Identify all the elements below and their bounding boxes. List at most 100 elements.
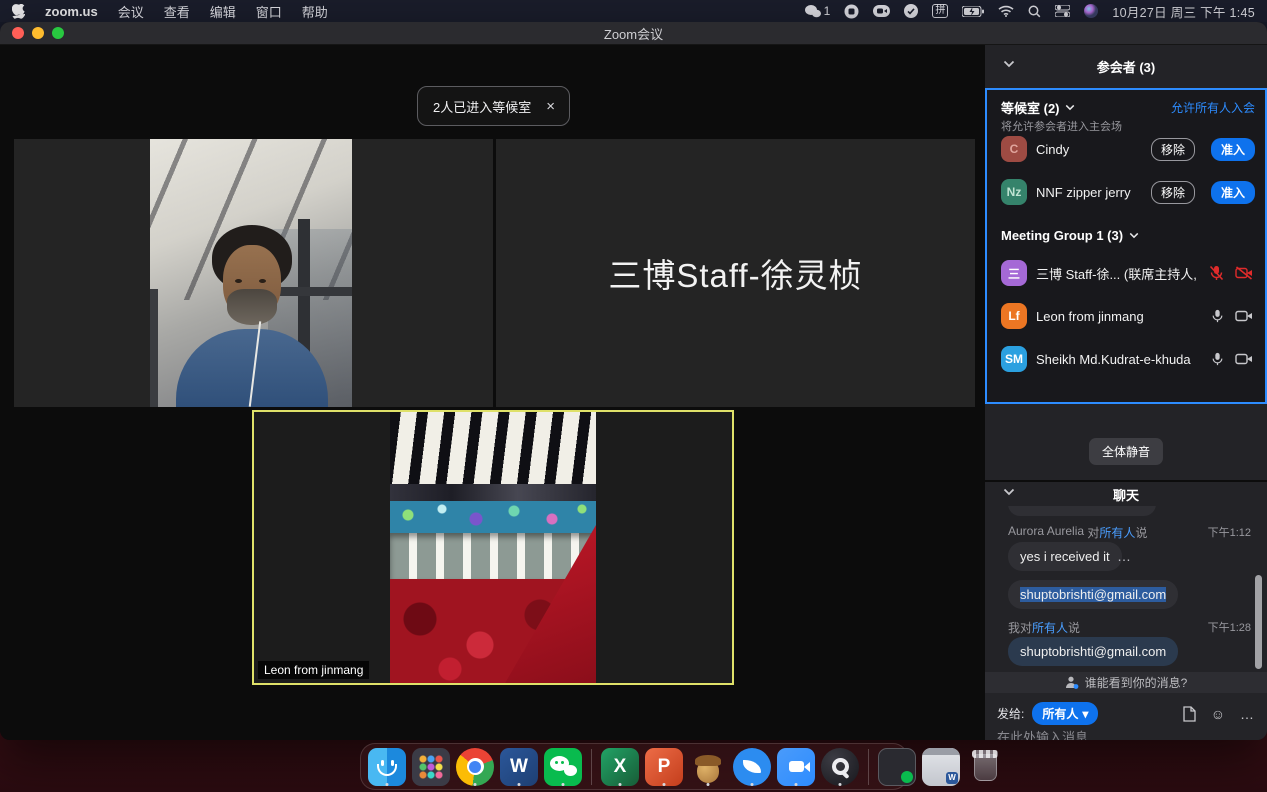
chevron-down-icon (1129, 232, 1139, 239)
pinyin-ime-icon[interactable]: 拼 (932, 4, 948, 18)
chat-message-meta: 我对所有人说 下午1:28 (1008, 619, 1251, 636)
admit-button[interactable]: 准入 (1211, 138, 1255, 161)
menu-meeting[interactable]: 会议 (118, 2, 144, 21)
message-more-icon[interactable]: … (1117, 548, 1132, 564)
menu-help[interactable]: 帮助 (302, 2, 328, 21)
battery-charging-icon[interactable] (962, 6, 984, 17)
macos-menu-bar: zoom.us 会议 查看 编辑 窗口 帮助 1 拼 (0, 0, 1267, 22)
excel-icon[interactable]: X (601, 748, 639, 786)
video-tile-active-speaker[interactable]: Leon from jinmang (252, 410, 734, 685)
menubar-app-name[interactable]: zoom.us (45, 4, 98, 19)
remove-button[interactable]: 移除 (1151, 138, 1195, 161)
self-camera-feed (150, 139, 352, 407)
participant-name: Sheikh Md.Kudrat-e-khuda (1036, 352, 1202, 367)
toast-text: 2人已进入等候室 (433, 97, 531, 116)
window-title-bar[interactable]: Zoom会议 (0, 22, 1267, 45)
toast-close-icon[interactable]: × (546, 98, 555, 115)
mic-muted-icon (1209, 265, 1224, 281)
minimized-window-word[interactable]: W (922, 748, 960, 786)
remove-button[interactable]: 移除 (1151, 181, 1195, 204)
emoji-icon[interactable]: ☺ (1211, 706, 1225, 722)
person-privacy-icon (1065, 676, 1079, 689)
dingtalk-icon[interactable] (733, 748, 771, 786)
privacy-note-text: 谁能看到你的消息? (1085, 674, 1188, 691)
admit-all-link[interactable]: 允许所有人入会 (1171, 99, 1255, 116)
mic-icon (1211, 308, 1224, 324)
privacy-note-bar[interactable]: 谁能看到你的消息? (985, 672, 1267, 693)
powerpoint-icon[interactable]: P (645, 748, 683, 786)
video-gallery: 2人已进入等候室 × 三博Staff-徐灵桢 (0, 45, 985, 740)
participants-panel-title: 参会者 (3) (985, 45, 1267, 88)
zoom-app-icon[interactable] (777, 748, 815, 786)
file-attach-icon[interactable] (1183, 706, 1196, 722)
remote-participant-name: 三博Staff-徐灵桢 (608, 249, 862, 297)
apple-menu-icon[interactable] (12, 4, 25, 19)
avatar: Lf (1001, 303, 1027, 329)
chat-compose-area: 发给: 所有人▾ ☺ … (985, 693, 1267, 740)
check-circle-icon[interactable] (904, 4, 918, 18)
chat-bubble-own[interactable]: shuptobrishti@gmail.com (1008, 637, 1178, 666)
participant-name: Leon from jinmang (1036, 309, 1202, 324)
participant-name: Cindy (1036, 142, 1142, 157)
chat-audience: 所有人 (1032, 619, 1068, 636)
waiting-room-section[interactable]: 等候室 (2) (1001, 98, 1075, 117)
chrome-icon[interactable] (456, 748, 494, 786)
compose-more-icon[interactable]: … (1240, 706, 1255, 722)
finder-icon[interactable] (368, 748, 406, 786)
active-speaker-camera-feed (390, 410, 596, 685)
send-to-label: 发给: (997, 705, 1024, 722)
meeting-group-title: Meeting Group 1 (3) (1001, 228, 1123, 243)
wifi-icon[interactable] (998, 5, 1014, 17)
mute-all-button[interactable]: 全体静音 (1089, 438, 1163, 465)
waiting-room-toast: 2人已进入等候室 × (417, 86, 570, 126)
quicktime-icon[interactable] (821, 748, 859, 786)
meeting-group-section[interactable]: Meeting Group 1 (3) (1001, 228, 1139, 243)
chat-input[interactable] (997, 730, 1237, 740)
wechat-icon[interactable] (544, 748, 582, 786)
chat-sender: Aurora Aurelia (1008, 524, 1084, 541)
wechat-status-icon[interactable]: 1 (805, 4, 831, 18)
menu-edit[interactable]: 编辑 (210, 2, 236, 21)
chat-bubble[interactable]: shuptobrishti@gmail.com (1008, 580, 1178, 609)
participant-name: 三博 Staff-徐... (联席主持人, 我) (1036, 264, 1200, 283)
chat-scrollbar[interactable] (1255, 575, 1262, 669)
waiting-room-subtitle: 将允许参会者进入主会场 (1001, 118, 1122, 134)
video-tile-self[interactable] (14, 139, 493, 407)
record-stop-icon[interactable] (844, 4, 859, 19)
chat-message-list[interactable]: Aurora Aurelia 对所有人说 下午1:12 yes i receiv… (985, 506, 1267, 672)
nutstore-icon[interactable] (689, 748, 727, 786)
chat-audience: 所有人 (1099, 524, 1135, 541)
trash-icon[interactable] (966, 748, 1004, 786)
participant-name: NNF zipper jerry (1036, 185, 1142, 200)
meeting-sidebar: 参会者 (3) 等候室 (2) 允许所有人入会 将允许参会者进入主会场 C Ci… (985, 45, 1267, 740)
member-row-sheikh[interactable]: SM Sheikh Md.Kudrat-e-khuda (1001, 344, 1255, 374)
chat-message-meta: Aurora Aurelia 对所有人说 下午1:12 (1008, 524, 1251, 541)
dock-separator (868, 749, 869, 785)
admit-button[interactable]: 准入 (1211, 181, 1255, 204)
waiting-room-title: 等候室 (2) (1001, 98, 1060, 117)
chat-bubble[interactable]: yes i received it (1008, 542, 1122, 571)
spotlight-icon[interactable] (1028, 5, 1041, 18)
avatar: 三 (1001, 260, 1027, 286)
camera-icon (1235, 309, 1253, 323)
macos-dock: W X P W (360, 743, 908, 790)
menu-view[interactable]: 查看 (164, 2, 190, 21)
launchpad-icon[interactable] (412, 748, 450, 786)
video-tile-remote[interactable]: 三博Staff-徐灵桢 (496, 139, 975, 407)
control-center-icon[interactable] (1055, 5, 1070, 17)
chat-sender: 我 (1008, 619, 1020, 636)
menubar-clock[interactable]: 10月27日 周三 下午 1:45 (1112, 2, 1255, 21)
minimized-window-wechat[interactable] (878, 748, 916, 786)
member-row-leon[interactable]: Lf Leon from jinmang (1001, 301, 1255, 331)
siri-icon[interactable] (1084, 4, 1098, 18)
caret-down-icon: ▾ (1082, 707, 1088, 721)
video-status-icon[interactable] (873, 4, 890, 18)
member-row-host[interactable]: 三 三博 Staff-徐... (联席主持人, 我) (1001, 258, 1255, 288)
selected-text: shuptobrishti@gmail.com (1020, 587, 1166, 602)
window-title: Zoom会议 (0, 24, 1267, 43)
chevron-down-icon (1065, 104, 1075, 111)
menu-window[interactable]: 窗口 (256, 2, 282, 21)
word-icon[interactable]: W (500, 748, 538, 786)
send-to-dropdown[interactable]: 所有人▾ (1032, 702, 1098, 725)
avatar: SM (1001, 346, 1027, 372)
